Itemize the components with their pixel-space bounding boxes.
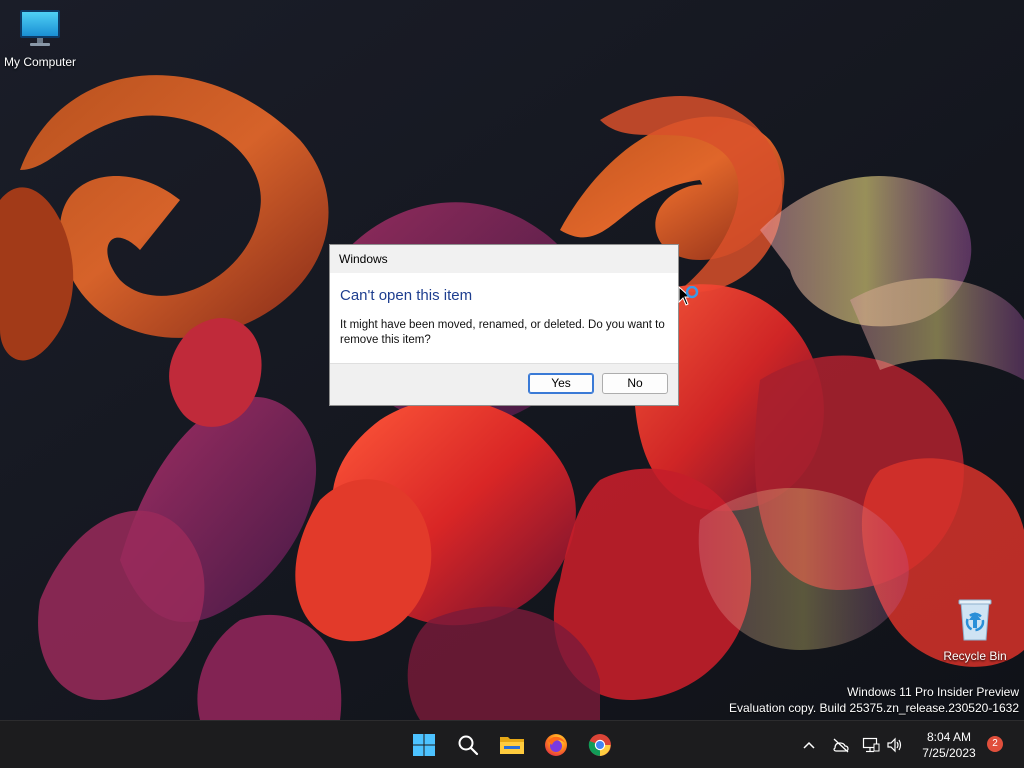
file-explorer-button[interactable] xyxy=(496,729,528,761)
yes-button[interactable]: Yes xyxy=(528,373,594,394)
network-off-icon xyxy=(833,738,849,753)
cant-open-item-dialog: Windows Can't open this item It might ha… xyxy=(329,244,679,406)
clock-date: 7/25/2023 xyxy=(922,746,976,760)
chrome-icon xyxy=(588,734,611,756)
windows-logo-icon xyxy=(413,734,435,756)
no-button[interactable]: No xyxy=(602,373,668,394)
recycle-bin-label: Recycle Bin xyxy=(943,649,1007,663)
search-button[interactable] xyxy=(452,729,484,761)
show-hidden-icons-button[interactable] xyxy=(799,735,819,755)
watermark-line-1: Windows 11 Pro Insider Preview xyxy=(847,685,1019,699)
volume-icon xyxy=(887,737,902,753)
dialog-footer: Yes No xyxy=(330,363,678,405)
monitor-icon xyxy=(20,10,60,46)
desktop-icon-my-computer[interactable]: My Computer xyxy=(0,8,80,69)
display-status-button[interactable] xyxy=(861,735,881,755)
volume-button[interactable] xyxy=(885,735,905,755)
start-button[interactable] xyxy=(408,729,440,761)
taskbar: 8:04 AM 7/25/2023 xyxy=(0,720,1024,768)
chevron-up-icon xyxy=(803,741,815,749)
firefox-icon xyxy=(545,734,567,756)
clock-time: 8:04 AM xyxy=(926,730,972,744)
display-icon xyxy=(862,737,880,753)
busy-cursor-icon xyxy=(678,285,700,312)
folder-icon xyxy=(500,737,524,754)
search-icon xyxy=(458,735,479,756)
recycle-bin-icon xyxy=(958,599,992,641)
desktop-icon-recycle-bin[interactable]: Recycle Bin xyxy=(935,598,1015,663)
watermark-line-2: Evaluation copy. Build 25375.zn_release.… xyxy=(729,701,1019,715)
dialog-heading: Can't open this item xyxy=(340,287,473,304)
firefox-button[interactable] xyxy=(540,729,572,761)
dialog-message: It might have been moved, renamed, or de… xyxy=(340,319,665,346)
taskbar-clock[interactable]: 8:04 AM 7/25/2023 xyxy=(914,729,984,761)
notification-badge[interactable]: 2 xyxy=(987,736,1003,752)
evaluation-watermark: Windows 11 Pro Insider Preview Evaluatio… xyxy=(729,684,1019,716)
chrome-button[interactable] xyxy=(584,729,616,761)
dialog-titlebar[interactable]: Windows xyxy=(330,245,678,273)
network-status-button[interactable] xyxy=(831,735,851,755)
my-computer-label: My Computer xyxy=(3,55,77,69)
